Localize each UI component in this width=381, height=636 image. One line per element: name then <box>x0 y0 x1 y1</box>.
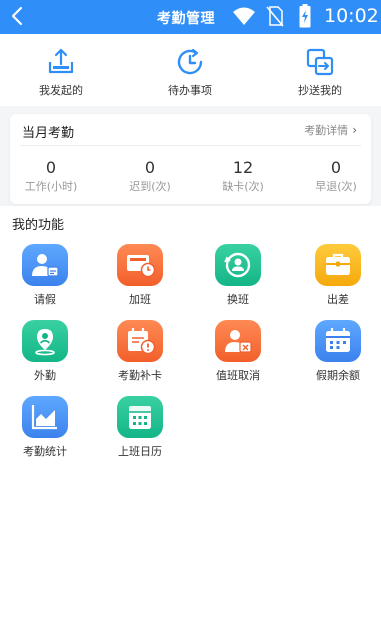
top-nav-todo[interactable]: 待办事项 <box>145 46 235 98</box>
feature-label: 假期余额 <box>316 369 360 382</box>
stat-caption: 早退(次) <box>315 180 357 193</box>
clock-time: 10:02 <box>324 5 379 27</box>
monitor-clock-icon <box>117 244 163 286</box>
calendar-grid-icon <box>315 320 361 362</box>
feature-work-calendar[interactable]: 上班日历 <box>95 396 185 459</box>
copy-send-icon <box>306 48 334 76</box>
feature-leave-balance[interactable]: 假期余额 <box>293 320 381 383</box>
feature-label: 外勤 <box>34 369 56 382</box>
feature-shift-swap[interactable]: 换班 <box>193 244 283 307</box>
briefcase-icon <box>315 244 361 286</box>
feature-label: 考勤统计 <box>23 445 67 458</box>
feature-label: 出差 <box>327 293 349 306</box>
person-calendar-icon <box>22 244 68 286</box>
feature-attendance-stats[interactable]: 考勤统计 <box>0 396 90 459</box>
monthly-attendance-card: 当月考勤 考勤详情 › 0 工作(小时) 0 迟到(次) 12 缺卡(次) 0 早… <box>10 114 371 204</box>
area-chart-icon <box>22 396 68 438</box>
feature-label: 值班取消 <box>216 369 260 382</box>
feature-label: 上班日历 <box>118 445 162 458</box>
wifi-icon <box>233 7 255 25</box>
top-nav-label: 待办事项 <box>168 84 212 97</box>
battery-charging-icon <box>299 4 311 28</box>
stat-work-hours: 0 工作(小时) <box>16 158 86 194</box>
no-sim-icon <box>266 6 284 27</box>
stat-caption: 缺卡(次) <box>222 180 264 193</box>
status-bar: 考勤管理 10:02 <box>0 0 381 34</box>
feature-field-work[interactable]: 外勤 <box>0 320 90 383</box>
person-cancel-icon <box>215 320 261 362</box>
card-title: 当月考勤 <box>22 126 75 141</box>
attendance-details-link[interactable]: 考勤详情 › <box>304 122 357 138</box>
feature-leave[interactable]: 请假 <box>0 244 90 307</box>
feature-punch-fix[interactable]: 考勤补卡 <box>95 320 185 383</box>
stat-missing-punch: 12 缺卡(次) <box>208 158 278 194</box>
stat-caption: 工作(小时) <box>24 180 78 193</box>
clock-icon <box>177 48 203 75</box>
feature-business-trip[interactable]: 出差 <box>293 244 381 307</box>
stat-value: 12 <box>232 158 254 177</box>
page-title: 考勤管理 <box>157 11 215 27</box>
back-arrow-icon[interactable] <box>6 3 30 29</box>
stat-early-leave: 0 早退(次) <box>301 158 371 194</box>
swap-person-icon <box>215 244 261 286</box>
feature-label: 换班 <box>227 293 249 306</box>
calendar-alert-icon <box>117 320 163 362</box>
stat-value: 0 <box>45 158 57 177</box>
feature-label: 加班 <box>129 293 151 306</box>
top-nav-cc[interactable]: 抄送我的 <box>275 46 365 98</box>
feature-label: 考勤补卡 <box>118 369 162 382</box>
chevron-right-icon: › <box>352 123 357 137</box>
stat-late: 0 迟到(次) <box>115 158 185 194</box>
top-nav-initiated[interactable]: 我发起的 <box>16 46 106 98</box>
my-features-section: 我的功能 请假 加班 换班 出差 外勤 考勤补卡 值班取消 假期余额 考勤统计 … <box>0 206 381 636</box>
divider <box>20 145 361 146</box>
feature-label: 请假 <box>34 293 56 306</box>
upload-tray-icon <box>48 48 74 74</box>
top-nav-label: 抄送我的 <box>298 84 342 97</box>
stat-value: 0 <box>144 158 156 177</box>
top-nav: 我发起的 待办事项 抄送我的 <box>0 34 381 106</box>
section-title: 我的功能 <box>12 218 65 233</box>
stat-caption: 迟到(次) <box>129 180 171 193</box>
feature-overtime[interactable]: 加班 <box>95 244 185 307</box>
calendar-icon <box>117 396 163 438</box>
location-pin-icon <box>22 320 68 362</box>
stat-value: 0 <box>330 158 342 177</box>
feature-duty-cancel[interactable]: 值班取消 <box>193 320 283 383</box>
top-nav-label: 我发起的 <box>39 84 83 97</box>
link-label: 考勤详情 <box>304 124 349 137</box>
